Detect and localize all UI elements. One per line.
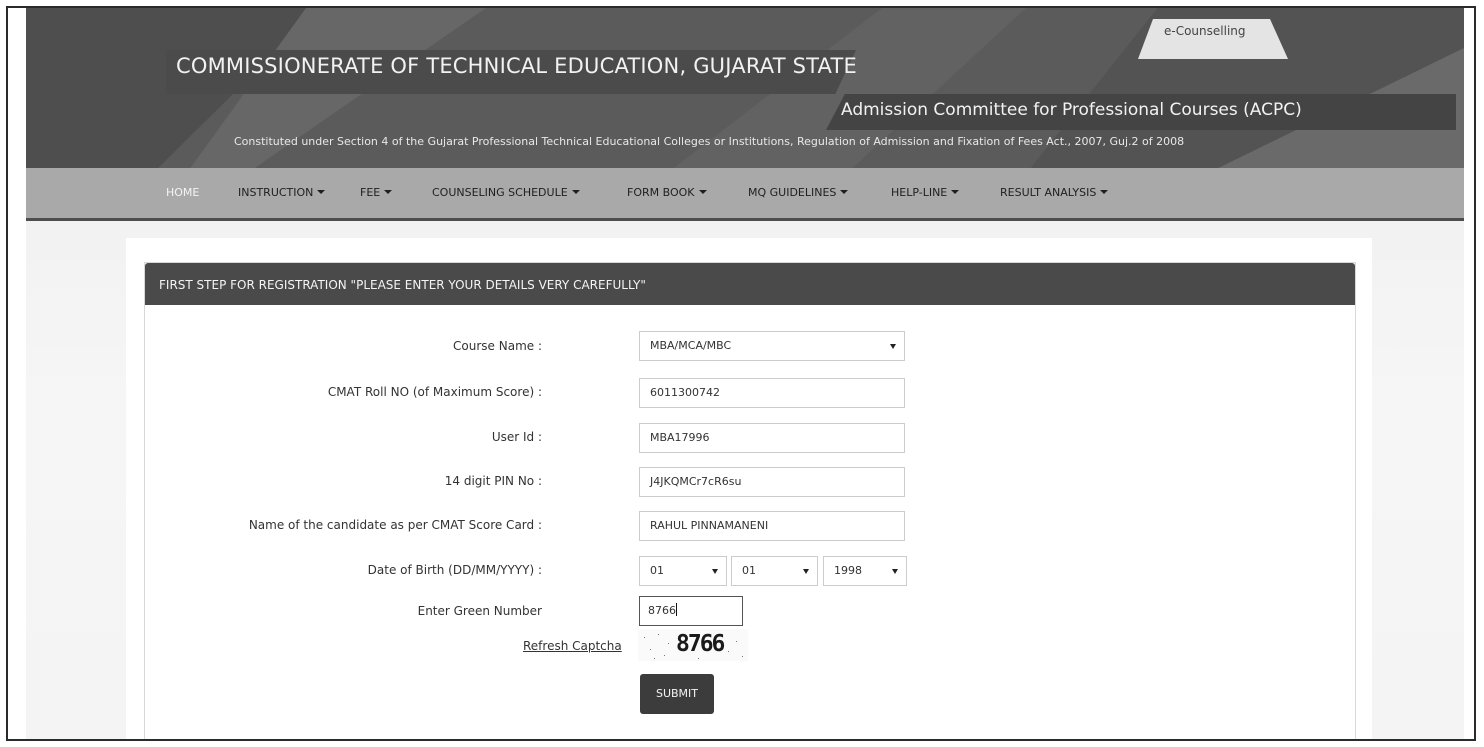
registration-panel: FIRST STEP FOR REGISTRATION "PLEASE ENTE… bbox=[144, 262, 1356, 739]
candidate-name-input[interactable]: RAHUL PINNAMANENI bbox=[639, 511, 905, 541]
header-banner: COMMISSIONERATE OF TECHNICAL EDUCATION, … bbox=[26, 8, 1464, 174]
course-name-value: MBA/MCA/MBC bbox=[650, 339, 732, 352]
captcha-text: 8766 bbox=[676, 631, 725, 657]
caret-down-icon bbox=[698, 190, 707, 194]
dob-day-select[interactable]: 01 bbox=[639, 556, 727, 586]
dob-day-value: 01 bbox=[650, 564, 664, 577]
dropdown-arrow-icon bbox=[890, 344, 896, 349]
captcha-noise bbox=[644, 637, 645, 638]
panel-title: FIRST STEP FOR REGISTRATION "PLEASE ENTE… bbox=[159, 278, 646, 292]
nav-counseling-schedule-label: COUNSELING SCHEDULE bbox=[432, 186, 568, 199]
nav-home[interactable]: HOME bbox=[166, 186, 199, 199]
text-cursor bbox=[676, 603, 677, 616]
nav-mq-guidelines-label: MQ GUIDELINES bbox=[748, 186, 837, 199]
caret-down-icon bbox=[840, 190, 849, 194]
green-number-value: 8766 bbox=[648, 604, 676, 617]
candidate-name-label: Name of the candidate as per CMAT Score … bbox=[248, 518, 542, 532]
caret-down-icon bbox=[951, 190, 960, 194]
cmat-roll-label: CMAT Roll NO (of Maximum Score) : bbox=[327, 385, 542, 399]
panel-header: FIRST STEP FOR REGISTRATION "PLEASE ENTE… bbox=[145, 263, 1355, 305]
main-nav: HOME INSTRUCTION FEE COUNSELING SCHEDULE… bbox=[26, 168, 1464, 221]
dropdown-arrow-icon bbox=[712, 569, 718, 574]
caret-down-icon bbox=[571, 190, 580, 194]
constitution-subtitle: Constituted under Section 4 of the Gujar… bbox=[234, 135, 1185, 148]
captcha-noise bbox=[698, 658, 699, 659]
green-number-input[interactable]: 8766 bbox=[639, 596, 743, 626]
captcha-noise bbox=[658, 634, 659, 635]
cmat-roll-value: 6011300742 bbox=[650, 386, 720, 399]
nav-fee-label: FEE bbox=[360, 186, 381, 199]
nav-home-label: HOME bbox=[166, 186, 200, 199]
captcha-noise bbox=[742, 656, 743, 657]
candidate-name-value: RAHUL PINNAMANENI bbox=[650, 519, 769, 532]
refresh-captcha-link[interactable]: Refresh Captcha bbox=[523, 639, 622, 653]
dob-month-select[interactable]: 01 bbox=[731, 556, 818, 586]
site-title: COMMISSIONERATE OF TECHNICAL EDUCATION, … bbox=[176, 54, 857, 78]
nav-mq-guidelines[interactable]: MQ GUIDELINES bbox=[748, 186, 849, 199]
course-name-label: Course Name : bbox=[453, 339, 542, 353]
user-id-value: MBA17996 bbox=[650, 431, 710, 444]
dropdown-arrow-icon bbox=[803, 569, 809, 574]
captcha-noise bbox=[736, 641, 737, 642]
nav-counseling-schedule[interactable]: COUNSELING SCHEDULE bbox=[432, 186, 580, 199]
browser-frame: COMMISSIONERATE OF TECHNICAL EDUCATION, … bbox=[6, 6, 1476, 741]
nav-result-analysis-label: RESULT ANALYSIS bbox=[1000, 186, 1097, 199]
pin-input[interactable]: J4JKQMCr7cR6su bbox=[639, 467, 905, 497]
nav-form-book-label: FORM BOOK bbox=[627, 186, 695, 199]
pin-value: J4JKQMCr7cR6su bbox=[650, 475, 742, 488]
page: COMMISSIONERATE OF TECHNICAL EDUCATION, … bbox=[26, 8, 1464, 739]
dropdown-arrow-icon bbox=[892, 569, 898, 574]
dob-year-select[interactable]: 1998 bbox=[823, 556, 907, 586]
pin-label: 14 digit PIN No : bbox=[444, 474, 542, 488]
caret-down-icon bbox=[384, 190, 393, 194]
dob-label: Date of Birth (DD/MM/YYYY) : bbox=[367, 563, 542, 577]
green-number-label: Enter Green Number bbox=[417, 604, 542, 618]
nav-instruction-label: INSTRUCTION bbox=[238, 186, 314, 199]
cmat-roll-input[interactable]: 6011300742 bbox=[639, 378, 905, 408]
captcha-noise bbox=[650, 649, 651, 650]
course-name-select[interactable]: MBA/MCA/MBC bbox=[639, 331, 905, 361]
e-counselling-label[interactable]: e-Counselling bbox=[1164, 24, 1246, 38]
captcha-noise bbox=[664, 655, 665, 656]
captcha-image: 8766 bbox=[638, 629, 748, 661]
nav-help-line-label: HELP-LINE bbox=[891, 186, 948, 199]
caret-down-icon bbox=[317, 190, 326, 194]
captcha-noise bbox=[728, 651, 729, 652]
nav-result-analysis[interactable]: RESULT ANALYSIS bbox=[1000, 186, 1109, 199]
nav-help-line[interactable]: HELP-LINE bbox=[891, 186, 960, 199]
committee-title: Admission Committee for Professional Cou… bbox=[841, 100, 1302, 120]
nav-instruction[interactable]: INSTRUCTION bbox=[238, 186, 326, 199]
submit-button[interactable]: SUBMIT bbox=[640, 674, 714, 714]
dob-month-value: 01 bbox=[742, 564, 756, 577]
nav-fee[interactable]: FEE bbox=[360, 186, 393, 199]
dob-year-value: 1998 bbox=[834, 564, 862, 577]
captcha-noise bbox=[654, 658, 655, 659]
caret-down-icon bbox=[1100, 190, 1109, 194]
user-id-label: User Id : bbox=[491, 430, 542, 444]
captcha-noise bbox=[668, 643, 669, 644]
user-id-input[interactable]: MBA17996 bbox=[639, 423, 905, 453]
nav-form-book[interactable]: FORM BOOK bbox=[627, 186, 707, 199]
